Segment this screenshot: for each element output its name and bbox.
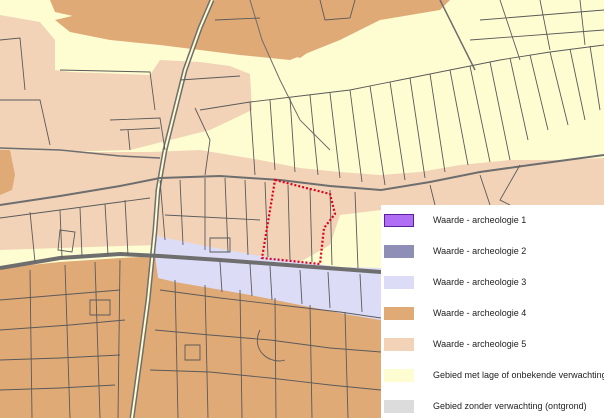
legend-item-value-2: Waarde - archeologie 2 — [381, 242, 604, 262]
legend-label: Waarde - archeologie 1 — [433, 215, 527, 225]
legend-label: Waarde - archeologie 5 — [433, 339, 527, 349]
legend-item-value-4: Waarde - archeologie 4 — [381, 304, 604, 324]
legend-item-low-expectation: Gebied met lage of onbekende verwachting — [381, 366, 604, 386]
map-view[interactable]: Waarde - archeologie 1 Waarde - archeolo… — [0, 0, 604, 418]
legend-label: Waarde - archeologie 4 — [433, 308, 527, 318]
legend-swatch — [384, 338, 414, 351]
legend-item-value-1: Waarde - archeologie 1 — [381, 211, 604, 231]
legend-swatch — [384, 276, 414, 289]
legend-item-no-expectation: Gebied zonder verwachting (ontgrond) — [381, 397, 604, 417]
legend-swatch — [384, 307, 414, 320]
map-legend: Waarde - archeologie 1 Waarde - archeolo… — [381, 205, 604, 418]
legend-label: Waarde - archeologie 2 — [433, 246, 527, 256]
legend-label: Waarde - archeologie 3 — [433, 277, 527, 287]
legend-swatch — [384, 245, 414, 258]
legend-label: Gebied met lage of onbekende verwachting — [433, 370, 604, 380]
legend-swatch — [384, 214, 414, 227]
legend-swatch — [384, 369, 414, 382]
legend-label: Gebied zonder verwachting (ontgrond) — [433, 401, 587, 411]
legend-swatch — [384, 400, 414, 413]
legend-item-value-5: Waarde - archeologie 5 — [381, 335, 604, 355]
legend-item-value-3: Waarde - archeologie 3 — [381, 273, 604, 293]
